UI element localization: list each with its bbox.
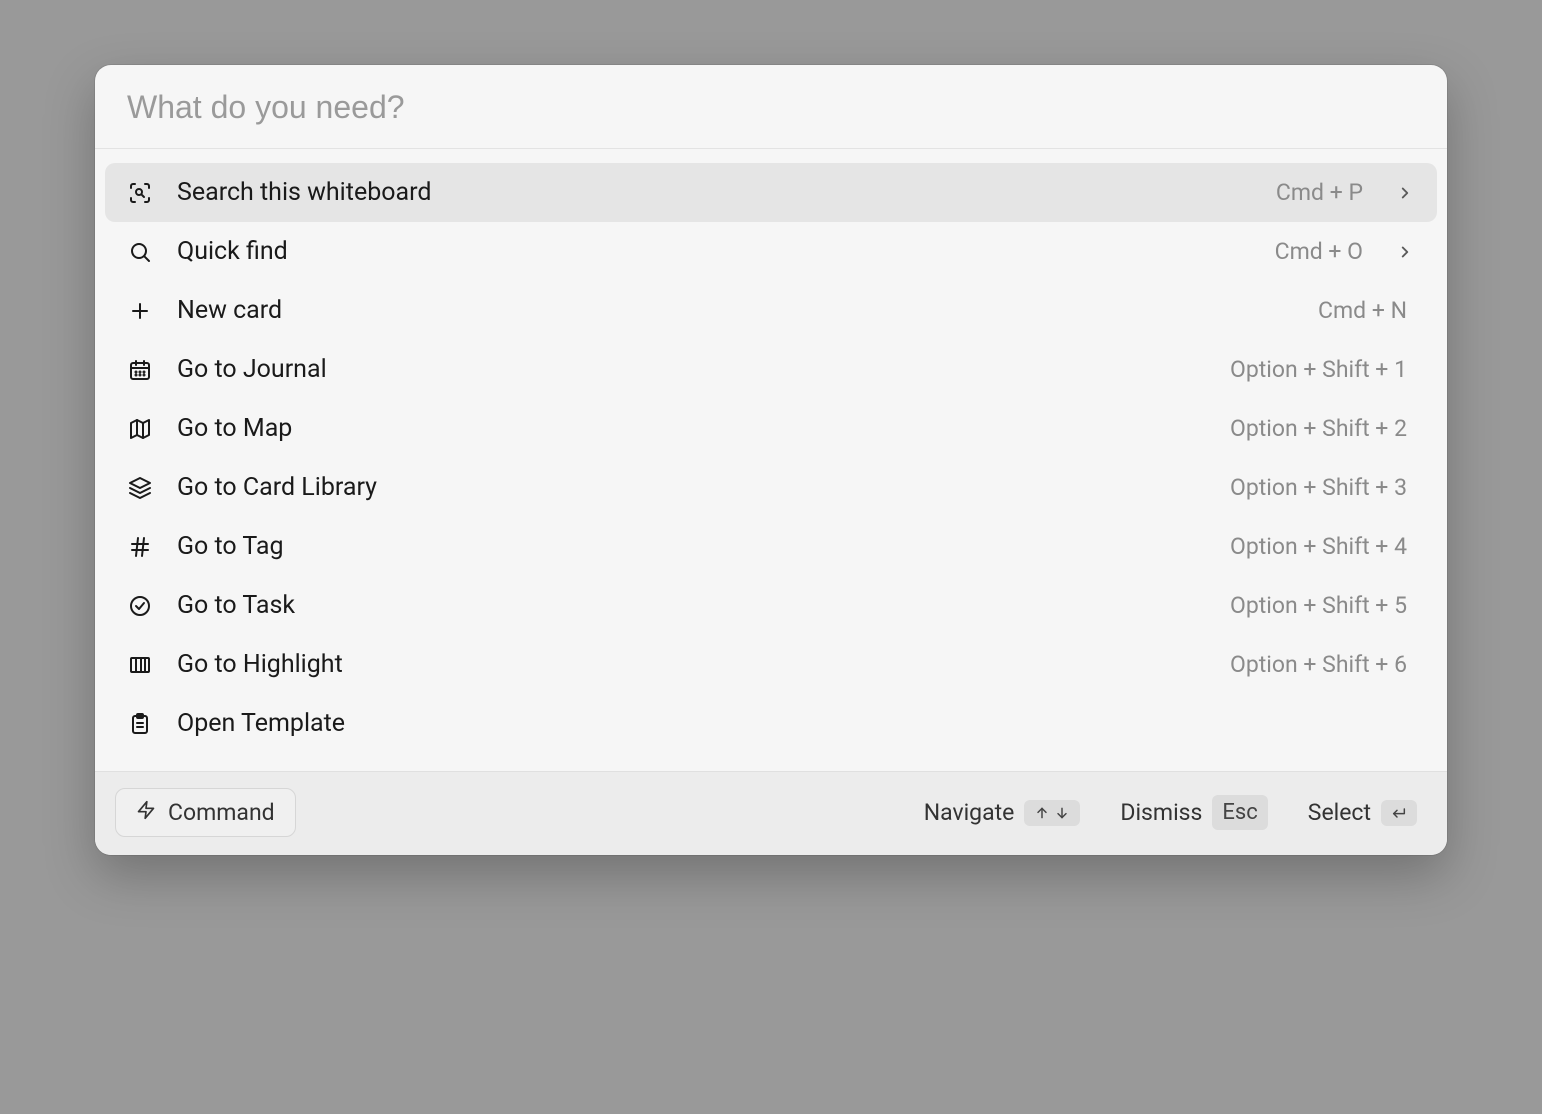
item-label: Go to Journal [177, 355, 1206, 384]
item-shortcut: Cmd + P [1276, 179, 1363, 206]
item-label: Go to Highlight [177, 650, 1206, 679]
check-circle-icon [127, 593, 153, 619]
search-input[interactable] [127, 89, 1415, 126]
select-label: Select [1308, 799, 1371, 826]
item-label: Search this whiteboard [177, 178, 1252, 207]
item-label: Go to Tag [177, 532, 1206, 561]
dismiss-label: Dismiss [1120, 799, 1202, 826]
item-shortcut: Option + Shift + 4 [1230, 533, 1407, 560]
command-list: Search this whiteboard Cmd + P Quick fin… [95, 149, 1447, 771]
highlight-icon [127, 652, 153, 678]
select-hint: Select [1308, 799, 1417, 826]
esc-key: Esc [1212, 795, 1267, 830]
search-icon [127, 239, 153, 265]
item-shortcut: Option + Shift + 6 [1230, 651, 1407, 678]
item-shortcut: Option + Shift + 5 [1230, 592, 1407, 619]
arrow-keys-key [1024, 800, 1080, 826]
command-mode-chip[interactable]: Command [115, 788, 296, 837]
navigate-label: Navigate [924, 799, 1015, 826]
item-label: Go to Map [177, 414, 1206, 443]
item-open-template[interactable]: Open Template [105, 694, 1437, 753]
item-go-tag[interactable]: Go to Tag Option + Shift + 4 [105, 517, 1437, 576]
item-label: Open Template [177, 709, 1383, 738]
bolt-icon [136, 799, 156, 826]
navigate-hint: Navigate [924, 799, 1081, 826]
item-label: Go to Card Library [177, 473, 1206, 502]
calendar-icon [127, 357, 153, 383]
item-shortcut: Option + Shift + 1 [1230, 356, 1407, 383]
plus-icon [127, 298, 153, 324]
enter-key [1381, 800, 1417, 826]
item-search-whiteboard[interactable]: Search this whiteboard Cmd + P [105, 163, 1437, 222]
search-row [95, 65, 1447, 149]
layers-icon [127, 475, 153, 501]
item-go-journal[interactable]: Go to Journal Option + Shift + 1 [105, 340, 1437, 399]
command-palette: Search this whiteboard Cmd + P Quick fin… [95, 65, 1447, 855]
item-new-card[interactable]: New card Cmd + N [105, 281, 1437, 340]
item-go-map[interactable]: Go to Map Option + Shift + 2 [105, 399, 1437, 458]
item-go-card-library[interactable]: Go to Card Library Option + Shift + 3 [105, 458, 1437, 517]
item-label: New card [177, 296, 1294, 325]
chevron-right-icon [1395, 183, 1415, 203]
scan-search-icon [127, 180, 153, 206]
clipboard-icon [127, 711, 153, 737]
item-shortcut: Cmd + O [1275, 238, 1363, 265]
item-quick-find[interactable]: Quick find Cmd + O [105, 222, 1437, 281]
item-label: Go to Task [177, 591, 1206, 620]
item-go-task[interactable]: Go to Task Option + Shift + 5 [105, 576, 1437, 635]
item-shortcut: Option + Shift + 3 [1230, 474, 1407, 501]
item-shortcut: Cmd + N [1318, 297, 1407, 324]
item-go-highlight[interactable]: Go to Highlight Option + Shift + 6 [105, 635, 1437, 694]
palette-footer: Command Navigate Dismiss Esc Select [95, 771, 1447, 855]
hash-icon [127, 534, 153, 560]
map-icon [127, 416, 153, 442]
chevron-right-icon [1395, 242, 1415, 262]
command-mode-label: Command [168, 799, 275, 826]
item-label: Quick find [177, 237, 1251, 266]
item-shortcut: Option + Shift + 2 [1230, 415, 1407, 442]
dismiss-hint: Dismiss Esc [1120, 795, 1267, 830]
